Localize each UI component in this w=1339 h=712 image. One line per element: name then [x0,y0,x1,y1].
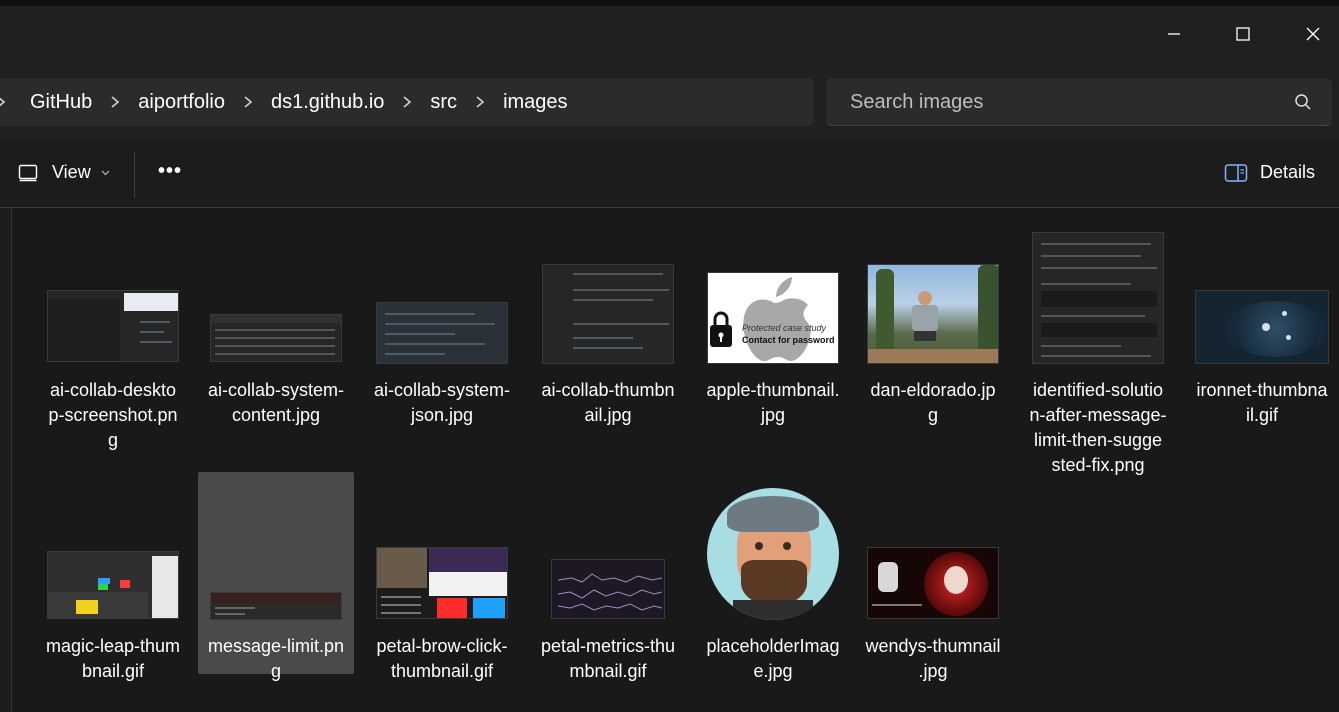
file-name: identified-solutio n-after-message-limit-… [1029,380,1167,475]
file-item[interactable]: petal-metrics-thu mbnail.gif [530,472,686,681]
file-thumbnail [1032,232,1164,364]
file-name: wendys-thumnail .jpg [865,636,1001,681]
breadcrumb-images[interactable]: images [503,91,567,114]
file-item[interactable]: ironnet-thumbna il.gif [1184,216,1339,431]
thumb-protected-text: Protected case study [742,323,827,333]
file-item[interactable]: magic-leap-thum bnail.gif [35,472,191,681]
maximize-icon [1236,27,1250,41]
breadcrumb[interactable]: GitHub aiportfolio ds1.github.io src ima… [0,78,814,126]
file-name: petal-metrics-thu mbnail.gif [540,636,676,681]
file-thumbnail [867,264,999,364]
file-item[interactable]: placeholderImag e.jpg [695,472,851,681]
file-name: message-limit.pn g [207,636,345,681]
file-name: ai-collab-system-content.jpg [207,380,345,425]
file-item[interactable]: ai-collab-deskto p-screenshot.pn g [35,216,191,456]
file-thumbnail [47,290,179,362]
search-icon[interactable] [1294,93,1312,111]
file-name: apple-thumbnail. jpg [706,380,840,425]
minimize-icon [1168,33,1180,35]
file-item[interactable]: identified-solutio n-after-message-limit-… [1020,216,1176,481]
file-item[interactable]: ai-collab-system-content.jpg [198,216,354,431]
file-thumbnail [542,264,674,364]
file-thumbnail [376,302,508,364]
more-options-button[interactable]: ••• [158,160,182,183]
file-item[interactable]: wendys-thumnail .jpg [855,472,1011,681]
file-thumbnail [1195,290,1329,364]
maximize-button[interactable] [1208,12,1278,56]
file-item[interactable]: dan-eldorado.jp g [855,216,1011,431]
file-thumbnail [867,547,999,619]
search-box[interactable] [826,78,1332,126]
view-label: View [52,162,91,182]
close-icon [1306,27,1320,41]
chevron-right-icon[interactable] [243,95,253,109]
file-item-selected[interactable]: message-limit.pn g [198,472,354,681]
file-thumbnail [376,547,508,619]
file-name: ai-collab-thumbn ail.jpg [541,380,675,425]
breadcrumb-src[interactable]: src [430,91,457,114]
chevron-down-icon [101,170,110,175]
file-thumbnail [707,488,839,620]
details-button[interactable]: Details [1224,162,1315,183]
breadcrumb-github[interactable]: GitHub [30,91,92,114]
more-icon: ••• [158,160,183,182]
breadcrumb-ds1-github-io[interactable]: ds1.github.io [271,91,384,114]
address-row: GitHub aiportfolio ds1.github.io src ima… [0,64,1339,140]
view-button[interactable]: View [18,162,110,183]
file-item[interactable]: Protected case study Contact for passwor… [695,216,851,431]
thumb-contact-text: Contact for password [742,335,835,345]
view-icon [18,164,38,181]
file-item[interactable]: petal-brow-click-thumbnail.gif [364,472,520,681]
chevron-right-icon[interactable] [402,95,412,109]
details-pane-icon [1224,163,1248,182]
minimize-button[interactable] [1139,12,1209,56]
file-name: ironnet-thumbna il.gif [1196,380,1328,425]
file-item[interactable]: ai-collab-thumbn ail.jpg [530,216,686,431]
navigation-pane-edge [0,208,12,712]
file-name: ai-collab-deskto p-screenshot.pn g [48,380,178,450]
breadcrumb-aiportfolio[interactable]: aiportfolio [138,91,225,114]
file-item[interactable]: ai-collab-system-json.jpg [364,216,520,431]
details-label: Details [1260,162,1316,182]
file-name: ai-collab-system-json.jpg [373,380,511,425]
file-thumbnail [210,592,342,620]
file-thumbnail [210,314,342,362]
file-thumbnail [551,559,665,619]
close-button[interactable] [1278,12,1339,56]
command-bar: View ••• Details [0,140,1339,208]
file-name: petal-brow-click-thumbnail.gif [376,636,508,681]
file-thumbnail [47,551,179,619]
file-name: dan-eldorado.jp g [870,380,996,425]
toolbar-divider [134,152,135,198]
file-thumbnail: Protected case study Contact for passwor… [707,272,839,364]
file-view: ai-collab-deskto p-screenshot.pn g ai-coll… [0,208,1339,712]
file-name: placeholderImag e.jpg [706,636,840,681]
chevron-right-icon[interactable] [110,95,120,109]
chevron-right-icon[interactable] [475,95,485,109]
search-input[interactable] [848,88,1272,116]
title-bar [0,6,1339,64]
file-name: magic-leap-thum bnail.gif [45,636,181,681]
chevron-right-icon[interactable] [0,95,6,109]
